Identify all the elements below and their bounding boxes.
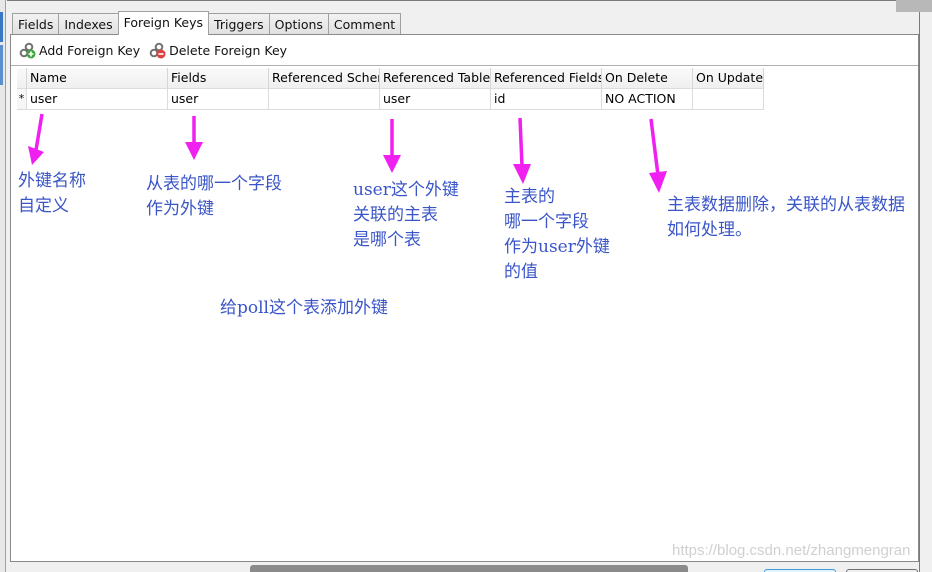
arrow-icon-on-delete bbox=[649, 118, 667, 193]
cell-fields[interactable]: user bbox=[168, 89, 269, 110]
column-header-fields[interactable]: Fields bbox=[168, 68, 269, 89]
annotation-caption: 给poll这个表添加外键 bbox=[220, 298, 388, 318]
annotation-on-delete: 主表数据删除，关联的从表数据 如何处理。 bbox=[667, 195, 905, 240]
left-window-edge bbox=[0, 0, 6, 572]
column-header-referenced-fields[interactable]: Referenced Fields bbox=[491, 68, 602, 89]
tab-triggers[interactable]: Triggers bbox=[208, 13, 270, 35]
column-header-referenced-schema[interactable]: Referenced Schem bbox=[269, 68, 380, 89]
table-row[interactable]: * user user user id NO ACTION bbox=[17, 89, 764, 110]
watermark: https://blog.csdn.net/zhangmengran bbox=[672, 542, 911, 559]
arrow-icon-ref-table bbox=[383, 119, 401, 173]
column-header-on-delete[interactable]: On Delete bbox=[602, 68, 693, 89]
cell-on-update[interactable] bbox=[693, 89, 764, 110]
link-delete-icon bbox=[149, 42, 166, 58]
arrow-icon-ref-fields bbox=[513, 117, 531, 184]
cell-name[interactable]: user bbox=[27, 89, 168, 110]
annotation-name: 外键名称 自定义 bbox=[18, 171, 86, 216]
delete-foreign-key-label: Delete Foreign Key bbox=[169, 42, 288, 58]
column-header-name[interactable]: Name bbox=[27, 68, 168, 89]
foreign-keys-panel: Add Foreign Key Delete Foreign Key Name … bbox=[10, 34, 919, 562]
tab-comment[interactable]: Comment bbox=[327, 13, 402, 35]
cell-referenced-table[interactable]: user bbox=[380, 89, 491, 110]
column-header-on-update[interactable]: On Update bbox=[693, 68, 764, 89]
cell-referenced-schema[interactable] bbox=[269, 89, 380, 110]
horizontal-scrollbar[interactable] bbox=[250, 565, 688, 572]
tab-indexes[interactable]: Indexes bbox=[58, 13, 119, 35]
annotation-ref-table: user这个外键 关联的主表 是哪个表 bbox=[353, 180, 459, 250]
annotation-fields: 从表的哪一个字段 作为外键 bbox=[146, 174, 282, 219]
link-add-icon bbox=[19, 42, 36, 58]
annotation-ref-fields: 主表的 哪一个字段 作为user外键 的值 bbox=[504, 187, 610, 282]
delete-foreign-key-button[interactable]: Delete Foreign Key bbox=[149, 42, 287, 59]
header-indicator bbox=[17, 68, 27, 89]
column-header-referenced-table[interactable]: Referenced Table bbox=[380, 68, 491, 89]
tab-foreign-keys[interactable]: Foreign Keys bbox=[117, 11, 210, 35]
toolbar: Add Foreign Key Delete Foreign Key bbox=[11, 35, 918, 66]
add-foreign-key-button[interactable]: Add Foreign Key bbox=[19, 42, 140, 59]
arrow-icon-name bbox=[28, 113, 44, 165]
cell-on-delete[interactable]: NO ACTION bbox=[602, 89, 693, 110]
add-foreign-key-label: Add Foreign Key bbox=[39, 42, 141, 58]
arrow-icon-fields bbox=[185, 116, 203, 160]
designer-tabs: Fields Indexes Foreign Keys Triggers Opt… bbox=[12, 11, 402, 35]
foreign-keys-grid: Name Fields Referenced Schem Referenced … bbox=[17, 68, 764, 110]
window-corner bbox=[896, 0, 932, 12]
grid-header: Name Fields Referenced Schem Referenced … bbox=[17, 68, 764, 89]
row-indicator: * bbox=[17, 89, 27, 110]
cell-referenced-fields[interactable]: id bbox=[491, 89, 602, 110]
tab-fields[interactable]: Fields bbox=[12, 13, 60, 35]
tab-options[interactable]: Options bbox=[268, 13, 329, 35]
